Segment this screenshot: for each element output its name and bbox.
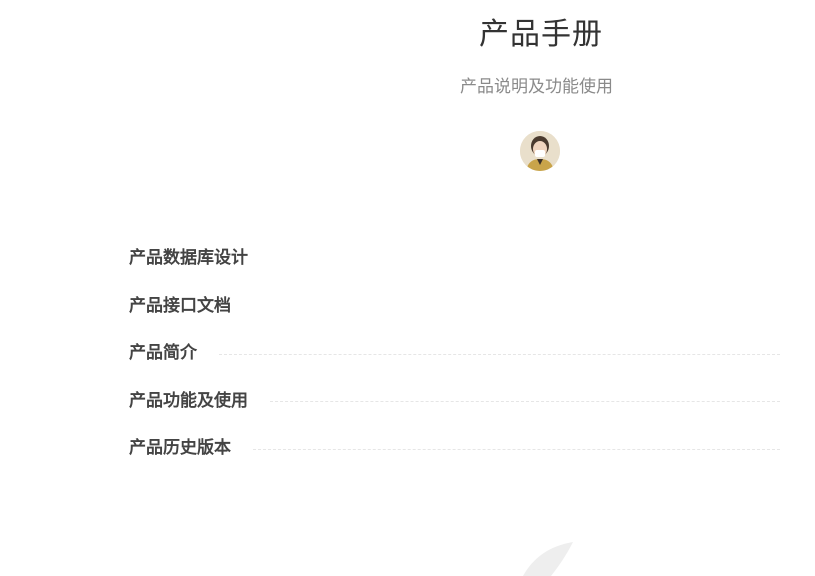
page-title: 产品手册 bbox=[479, 17, 603, 52]
toc-leader-line bbox=[219, 353, 780, 355]
page-subtitle: 产品说明及功能使用 bbox=[460, 77, 613, 97]
toc-item-label: 产品历史版本 bbox=[129, 438, 231, 458]
toc-item-label: 产品数据库设计 bbox=[129, 248, 248, 268]
toc-item-api-docs[interactable]: 产品接口文档 bbox=[129, 294, 780, 318]
avatar-photo-icon bbox=[520, 131, 560, 171]
decoration-leaf-icon bbox=[523, 542, 573, 576]
toc-item-label: 产品功能及使用 bbox=[129, 390, 248, 411]
toc-leader-line bbox=[270, 401, 780, 402]
toc-item-label: 产品简介 bbox=[129, 343, 197, 363]
toc-item-features-usage[interactable]: 产品功能及使用 bbox=[129, 389, 780, 413]
toc-item-version-history[interactable]: 产品历史版本 bbox=[129, 436, 780, 460]
toc-item-introduction[interactable]: 产品简介 bbox=[129, 341, 780, 365]
toc-item-label: 产品接口文档 bbox=[129, 295, 231, 316]
toc-item-database-design[interactable]: 产品数据库设计 bbox=[129, 246, 780, 270]
toc-leader-line bbox=[253, 448, 780, 450]
table-of-contents: 产品数据库设计 产品接口文档 产品简介 产品功能及使用 产品历史版本 bbox=[129, 246, 780, 484]
avatar[interactable] bbox=[520, 131, 560, 171]
